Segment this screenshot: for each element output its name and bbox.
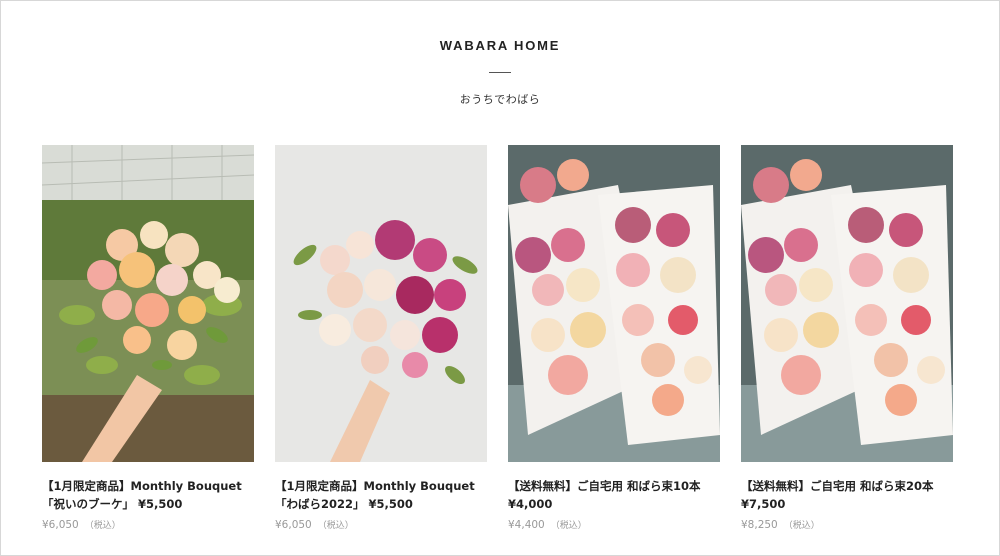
tax-note: （税込） [84, 521, 121, 531]
product-card[interactable]: 【送料無料】ご自宅用 和ばら束20本 ¥7,500 ¥8,250 （税込） [741, 145, 953, 531]
product-price: ¥4,000 [508, 497, 553, 511]
original-price: ¥6,050 [42, 519, 79, 531]
product-image-link[interactable] [508, 145, 720, 462]
product-title[interactable]: 【送料無料】ご自宅用 和ばら束10本 ¥4,000 [508, 477, 720, 513]
product-title[interactable]: 【1月限定商品】Monthly Bouquet 「わばら2022」 ¥5,500 [275, 477, 487, 513]
product-image-link[interactable] [275, 145, 487, 462]
product-image-link[interactable] [741, 145, 953, 462]
product-card[interactable]: 【送料無料】ご自宅用 和ばら束10本 ¥4,000 ¥4,400 （税込） [508, 145, 720, 531]
brand-title: WABARA HOME [439, 38, 561, 53]
wrapped-rose-bundles-photo [741, 145, 953, 462]
original-price-row: ¥6,050 （税込） [42, 518, 254, 531]
product-price: ¥7,500 [741, 497, 786, 511]
bouquet-greenhouse-photo [42, 145, 254, 462]
product-card[interactable]: 【1月限定商品】Monthly Bouquet 「わばら2022」 ¥5,500… [275, 145, 487, 531]
header-divider [489, 72, 511, 73]
brand-tagline: おうちでわばら [459, 93, 541, 106]
original-price-row: ¥6,050 （税込） [275, 518, 487, 531]
product-title[interactable]: 【送料無料】ご自宅用 和ばら束20本 ¥7,500 [741, 477, 953, 513]
section-header: WABARA HOME おうちでわばら [1, 38, 999, 107]
original-price: ¥4,400 [508, 519, 545, 531]
product-grid: 【1月限定商品】Monthly Bouquet 「祝いのブーケ」 ¥5,500 … [42, 145, 955, 545]
bouquet-white-background-photo [275, 145, 487, 462]
tax-note: （税込） [317, 521, 354, 531]
tax-note: （税込） [783, 521, 820, 531]
page-frame: WABARA HOME おうちでわばら 【1月限定商品】Monthly Bouq… [0, 0, 1000, 556]
product-title-text[interactable]: 【送料無料】ご自宅用 和ばら束20本 [741, 479, 934, 493]
wrapped-rose-bundles-photo [508, 145, 720, 462]
product-title-text[interactable]: 【送料無料】ご自宅用 和ばら束10本 [508, 479, 701, 493]
product-price: ¥5,500 [368, 497, 413, 511]
original-price: ¥8,250 [741, 519, 778, 531]
product-price: ¥5,500 [138, 497, 183, 511]
product-title[interactable]: 【1月限定商品】Monthly Bouquet 「祝いのブーケ」 ¥5,500 [42, 477, 254, 513]
product-card[interactable]: 【1月限定商品】Monthly Bouquet 「祝いのブーケ」 ¥5,500 … [42, 145, 254, 531]
product-image-link[interactable] [42, 145, 254, 462]
original-price: ¥6,050 [275, 519, 312, 531]
original-price-row: ¥8,250 （税込） [741, 518, 953, 531]
tax-note: （税込） [550, 521, 587, 531]
original-price-row: ¥4,400 （税込） [508, 518, 720, 531]
